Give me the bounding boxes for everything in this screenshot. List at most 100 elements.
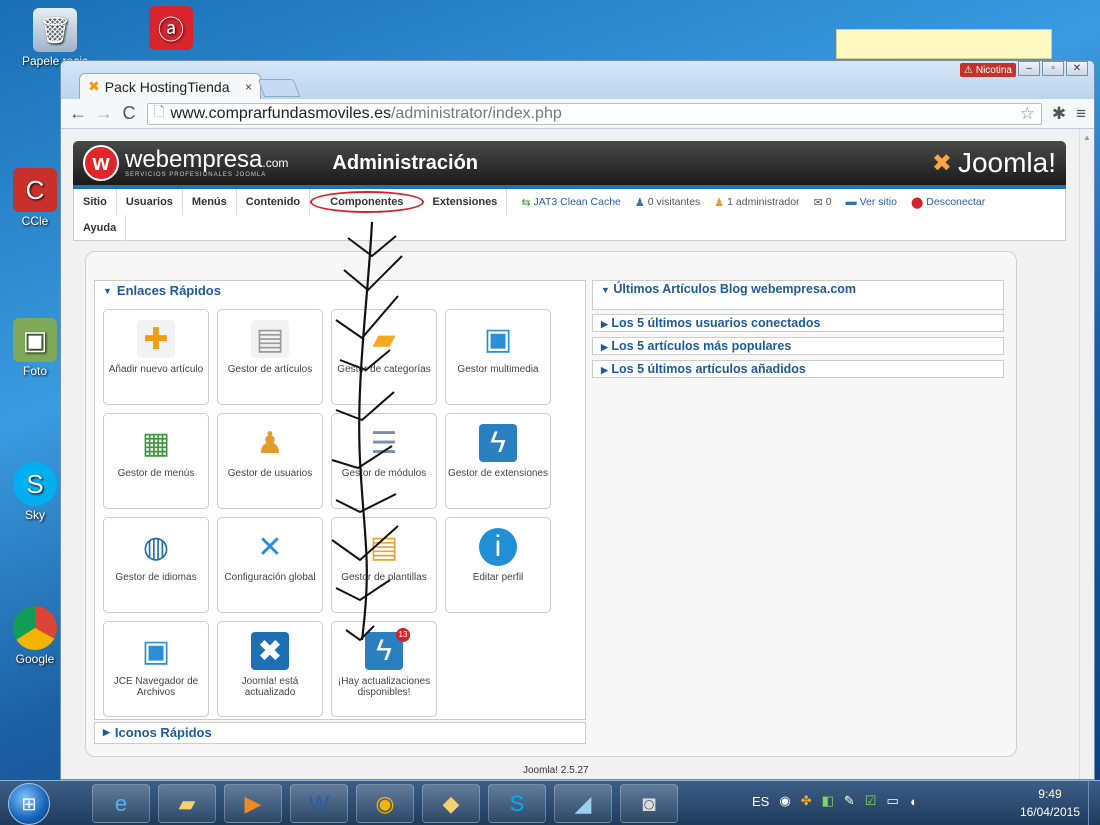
- language-indicator[interactable]: ES: [752, 794, 769, 809]
- page-title: Administración: [332, 151, 478, 174]
- tray-green-icon[interactable]: ◧: [822, 793, 834, 809]
- back-arrow-icon[interactable]: ←: [69, 103, 87, 124]
- quick-icon-articles[interactable]: ▤ Gestor de artículos: [217, 309, 323, 405]
- quick-icon-global-config[interactable]: ✕ Configuración global: [217, 517, 323, 613]
- desktop-icon-label: Google: [15, 652, 55, 666]
- tools-icon: ✕: [257, 530, 283, 564]
- mail-icon: ✉: [813, 196, 823, 209]
- tray-check-icon[interactable]: ☑: [865, 793, 877, 809]
- desktop-icon-recycle-bin[interactable]: 🗑 Papele recic: [20, 8, 90, 68]
- taskbar-ie[interactable]: e: [92, 784, 150, 823]
- sticky-note[interactable]: [836, 29, 1052, 59]
- quick-icon-jce-browser[interactable]: ▣ JCE Navegador de Archivos: [103, 621, 209, 717]
- taskbar-chrome[interactable]: ◉: [356, 784, 414, 823]
- taskbar-media[interactable]: ▶: [224, 784, 282, 823]
- menu-usuarios[interactable]: Usuarios: [117, 189, 183, 215]
- blog-articles-panel[interactable]: ▼ Últimos Artículos Blog webempresa.com: [592, 280, 1004, 310]
- tray-tool-icon[interactable]: ✎: [844, 793, 855, 809]
- menu-ayuda[interactable]: Ayuda: [74, 215, 127, 241]
- menu-icon[interactable]: ≡: [1076, 104, 1086, 124]
- menu-contenido[interactable]: Contenido: [237, 189, 311, 215]
- tab-close-icon[interactable]: ×: [245, 80, 252, 94]
- cache-icon: ⇆: [521, 196, 531, 209]
- minimize-button[interactable]: –: [1018, 61, 1040, 76]
- address-bar[interactable]: 🗋 www.comprarfundasmoviles.es/administra…: [147, 102, 1042, 125]
- modules-icon: ☰: [370, 426, 398, 460]
- forward-arrow-icon[interactable]: →: [95, 103, 113, 124]
- quick-icon-menus[interactable]: ▦ Gestor de menús: [103, 413, 209, 509]
- quick-icon-languages[interactable]: ◍ Gestor de idiomas: [103, 517, 209, 613]
- folder-icon: ▰: [178, 790, 196, 816]
- taskbar-app[interactable]: ◆: [422, 784, 480, 823]
- quick-icon-joomla-updated[interactable]: ✖ Joomla! está actualizado: [217, 621, 323, 717]
- quick-icon-categories[interactable]: ▰ Gestor de categorías: [331, 309, 437, 405]
- browser-toolbar: ← → C 🗋 www.comprarfundasmoviles.es/admi…: [61, 99, 1094, 129]
- joomla-header: w webempresa.com SERVICIOS PROFESIONALES…: [73, 141, 1066, 185]
- quick-icon-label: Editar perfil: [472, 572, 524, 583]
- taskbar-camera[interactable]: ◙: [620, 784, 678, 823]
- show-desktop-button[interactable]: [1088, 781, 1100, 825]
- profile-name: Nicotina: [975, 64, 1012, 76]
- quick-icon-users[interactable]: ♟ Gestor de usuarios: [217, 413, 323, 509]
- scroll-up-icon[interactable]: ▲: [1080, 133, 1094, 142]
- adobe-cc-icon: ⓐ: [149, 6, 193, 50]
- system-tray: ES ◉ ✤ ◧ ✎ ☑ ▭ ◖: [752, 793, 917, 809]
- new-tab-button[interactable]: [257, 79, 301, 97]
- quick-links-header[interactable]: ▼ Enlaces Rápidos: [95, 281, 585, 300]
- bookmark-star-icon[interactable]: ☆: [1020, 104, 1035, 124]
- articles-icon: ▤: [251, 320, 289, 358]
- quick-icon-extensions[interactable]: ϟ Gestor de extensiones: [445, 413, 551, 509]
- reload-icon[interactable]: C: [121, 103, 137, 124]
- logged-users-panel[interactable]: ▶ Los 5 últimos usuarios conectados: [592, 314, 1004, 332]
- quick-icon-templates[interactable]: ▤ Gestor de plantillas: [331, 517, 437, 613]
- updates-badge: 13: [396, 628, 410, 642]
- network-icon[interactable]: ▭: [886, 793, 898, 809]
- maximize-button[interactable]: ▫: [1042, 61, 1064, 76]
- messages-status[interactable]: ✉ 0: [814, 196, 832, 209]
- taskbar-explorer[interactable]: ▰: [158, 784, 216, 823]
- close-window-button[interactable]: ✕: [1066, 61, 1088, 76]
- vertical-scrollbar[interactable]: ▲: [1079, 129, 1094, 779]
- popular-articles-panel[interactable]: ▶ Los 5 artículos más populares: [592, 337, 1004, 355]
- skype-icon: S: [509, 790, 525, 816]
- start-button[interactable]: ⊞: [8, 783, 50, 825]
- quick-icon-media[interactable]: ▣ Gestor multimedia: [445, 309, 551, 405]
- view-site-link[interactable]: ▬ Ver sitio: [846, 196, 897, 209]
- admin-icon: ♟: [714, 196, 725, 209]
- tab-title: Pack HostingTienda: [104, 78, 230, 95]
- logout-link[interactable]: ⬤ Desconectar: [911, 196, 985, 209]
- brand-suffix: .com: [262, 156, 289, 170]
- recent-articles-panel[interactable]: ▶ Los 5 últimos artículos añadidos: [592, 360, 1004, 378]
- volume-icon[interactable]: ◖: [909, 794, 917, 809]
- quick-icon-modules[interactable]: ☰ Gestor de módulos: [331, 413, 437, 509]
- quick-icon-label: Gestor de idiomas: [115, 572, 197, 583]
- taskbar: ⊞ e ▰ ▶ W ◉ ◆ S ◢ ◙ ES ◉ ✤ ◧ ✎ ☑ ▭ ◖ 9:4…: [0, 780, 1100, 825]
- tray-app-icon[interactable]: ◉: [779, 793, 790, 809]
- tray-puzzle-icon[interactable]: ✤: [801, 793, 812, 809]
- desktop-icon-adobe[interactable]: ⓐ: [136, 6, 206, 52]
- menu-extensiones[interactable]: Extensiones: [424, 189, 508, 215]
- joomla-logo: ✖ Joomla!: [932, 147, 1056, 179]
- quick-icons-header[interactable]: ▶ Iconos Rápidos: [95, 723, 585, 742]
- taskbar-notes[interactable]: ◢: [554, 784, 612, 823]
- cache-link[interactable]: ⇆ JAT3 Clean Cache: [521, 196, 621, 209]
- taskbar-word[interactable]: W: [290, 784, 348, 823]
- quick-icon-add-article[interactable]: ✚ Añadir nuevo artículo: [103, 309, 209, 405]
- browser-tab[interactable]: ✖ Pack HostingTienda ×: [79, 73, 261, 99]
- clock[interactable]: 9:49 16/04/2015: [1020, 785, 1080, 821]
- panel-title: Los 5 artículos más populares: [611, 339, 792, 353]
- menu-menus[interactable]: Menús: [183, 189, 237, 215]
- menu-componentes[interactable]: Componentes: [310, 191, 424, 213]
- quick-icon-label: Añadir nuevo artículo: [108, 364, 204, 375]
- quick-icon-edit-profile[interactable]: i Editar perfil: [445, 517, 551, 613]
- profile-badge[interactable]: ⚠ Nicotina: [959, 63, 1016, 77]
- quick-icon-updates[interactable]: ϟ 13 ¡Hay actualizaciones disponibles!: [331, 621, 437, 717]
- notes-icon: ◢: [574, 790, 592, 816]
- menu-sitio[interactable]: Sitio: [74, 189, 117, 215]
- joomla-ok-icon: ✖: [251, 632, 289, 670]
- admin-menubar: Sitio Usuarios Menús Contenido Component…: [73, 189, 1066, 241]
- extension-icon[interactable]: ✱: [1052, 104, 1066, 124]
- messages-count: 0: [825, 196, 832, 208]
- jce-browser-icon: ▣: [141, 634, 171, 668]
- taskbar-skype[interactable]: S: [488, 784, 546, 823]
